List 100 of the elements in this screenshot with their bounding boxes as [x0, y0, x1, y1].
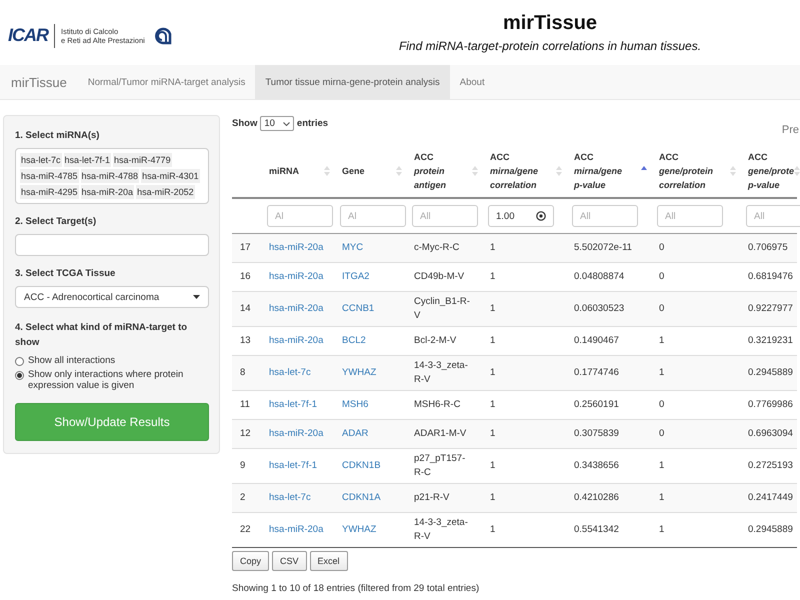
row-number: 11 [240, 399, 250, 410]
gene-link[interactable]: CDKN1B [342, 460, 381, 471]
column-header[interactable]: Gene [342, 164, 365, 178]
show-results-button[interactable]: Show/Update Results [15, 403, 209, 441]
table-cell: 1 [490, 242, 496, 253]
table-cell: 0.7769986 [748, 399, 793, 410]
column-header[interactable]: ACC gene/prote p-value [748, 150, 794, 192]
column-header[interactable]: miRNA [269, 164, 300, 178]
filter-field[interactable]: All [657, 205, 723, 227]
export-button[interactable]: Copy [232, 551, 270, 571]
mirna-tag[interactable]: hsa-miR-20a [80, 185, 134, 199]
nav-tab[interactable]: Tumor tissue mirna-gene-protein analysis [255, 65, 450, 99]
radio-button[interactable] [15, 371, 24, 380]
brand-link[interactable]: mirTissue [0, 65, 78, 99]
row-number: 12 [240, 428, 251, 439]
mirna-link[interactable]: hsa-miR-20a [269, 524, 324, 535]
filter-field[interactable]: Al [340, 205, 406, 227]
logo-text: ICAR [8, 25, 48, 46]
table-cell: 1 [490, 367, 496, 378]
table-cell-text: 14-3-3_zeta-R-V [414, 359, 469, 387]
column-header[interactable]: ACC protein antigen [414, 150, 446, 192]
mirna-tag[interactable]: hsa-let-7c [20, 153, 62, 167]
gene-link[interactable]: MYC [342, 242, 364, 253]
gene-link[interactable]: YWHAZ [342, 367, 376, 378]
field-label: 4. Select what kind of miRNA-target to show [15, 321, 188, 350]
mirna-link[interactable]: hsa-miR-20a [269, 303, 324, 314]
filter-field[interactable]: All [746, 205, 800, 227]
mirna-link[interactable]: hsa-miR-20a [269, 271, 324, 282]
mirna-link[interactable]: hsa-let-7f-1 [269, 460, 318, 471]
table-cell: 0.2417449 [748, 492, 793, 503]
table-cell: Cyclin_B1-R-V [414, 295, 470, 323]
gene-link[interactable]: BCL2 [342, 335, 366, 346]
field-label: 2. Select Target(s) [15, 215, 98, 229]
page-length-dropdown[interactable]: 10 [260, 116, 294, 131]
table-cell-text: MSH6-R-C [414, 398, 462, 412]
table-cell: 0.2560191 [574, 399, 619, 410]
radio-label[interactable]: Show only interactions where protein expression value is given [28, 369, 209, 391]
filter-field[interactable]: 1.00 [488, 205, 554, 227]
table-cell: 1 [490, 428, 496, 439]
table-cell-text: p21-R-V [414, 491, 450, 505]
mirna-link[interactable]: hsa-let-7f-1 [269, 399, 318, 410]
gene-link[interactable]: CCNB1 [342, 303, 374, 314]
gene-link[interactable]: YWHAZ [342, 524, 376, 535]
column-header[interactable]: ACC mirna/gene p-value [574, 150, 622, 192]
filter-field[interactable]: All [572, 205, 638, 227]
radio-button[interactable] [15, 357, 24, 366]
export-button[interactable]: Excel [310, 551, 348, 571]
table-cell: 1 [490, 492, 496, 503]
table-cell: 0.3438656 [574, 460, 619, 471]
radio-label[interactable]: Show all interactions [28, 355, 116, 366]
table-cell: 5.502072e-11 [574, 242, 632, 253]
table-cell: 0.1774746 [574, 367, 619, 378]
gene-link[interactable]: ADAR [342, 428, 368, 439]
column-header[interactable]: ACC mirna/gene correlation [490, 150, 538, 192]
app-subtitle: Find miRNA-target-protein correlations in human tissues. [398, 39, 702, 53]
target-input-field[interactable] [15, 234, 209, 256]
gene-link[interactable]: MSH6 [342, 399, 368, 410]
gene-link[interactable]: ITGA2 [342, 271, 370, 282]
table-cell: 0 [659, 271, 664, 282]
table-cell: 0.3219231 [748, 335, 793, 346]
table-cell: 0.2945889 [748, 524, 793, 535]
mirna-link[interactable]: hsa-let-7c [269, 492, 311, 503]
nav-tab[interactable]: Normal/Tumor miRNA-target analysis [78, 65, 256, 99]
length-label: Show [232, 118, 258, 129]
table-cell: 0.706975 [748, 242, 788, 253]
app-title: mirTissue [502, 12, 598, 35]
mirna-tag[interactable]: hsa-miR-4788 [80, 169, 140, 183]
table-cell: 0 [659, 428, 664, 439]
column-header[interactable]: ACC gene/protein correlation [659, 150, 714, 192]
mirna-tag[interactable]: hsa-miR-4295 [20, 185, 79, 199]
mirna-link[interactable]: hsa-miR-20a [269, 428, 324, 439]
row-number: 22 [240, 524, 251, 535]
mirna-link[interactable]: hsa-miR-20a [269, 242, 324, 253]
chevron-icon [282, 122, 290, 126]
mirna-tag[interactable]: hsa-miR-4301 [141, 169, 200, 183]
gene-link[interactable]: CDKN1A [342, 492, 381, 503]
row-number: 9 [240, 460, 246, 471]
nav-tab[interactable]: About [450, 65, 495, 99]
previous-link[interactable]: Pre [782, 124, 799, 136]
filter-field[interactable]: All [412, 205, 478, 227]
mirna-tag[interactable]: hsa-miR-4785 [20, 169, 79, 183]
table-cell: 1 [659, 460, 664, 471]
clear-icon[interactable] [536, 211, 546, 221]
tissue-dropdown[interactable]: ACC - Adrenocortical carcinoma [15, 286, 209, 308]
mirna-select-field[interactable]: hsa-let-7c hsa-let-7f-1 hsa-miR-4779 hsa-miR-4785 hsa-miR-4788 hsa-miR-4301 hsa-miR-4295 hsa-miR-20a hsa-miR-2052 [15, 148, 209, 204]
table-cell: 0.2725193 [748, 460, 793, 471]
row-number: 17 [240, 242, 251, 253]
table-cell: 1 [490, 271, 496, 282]
filter-field[interactable]: Al [267, 205, 333, 227]
table-cell-text: 14-3-3_zeta-R-V [414, 516, 469, 544]
mirna-tag[interactable]: hsa-miR-2052 [136, 185, 195, 199]
table-cell: 1 [490, 460, 496, 471]
export-button[interactable]: CSV [272, 551, 307, 571]
table-cell: 0.9227977 [748, 303, 793, 314]
row-number: 16 [240, 271, 251, 282]
mirna-link[interactable]: hsa-let-7c [269, 367, 311, 378]
mirna-tag[interactable]: hsa-let-7f-1 [64, 153, 112, 167]
mirna-link[interactable]: hsa-miR-20a [269, 335, 324, 346]
caret-icon [193, 295, 200, 299]
mirna-tag[interactable]: hsa-miR-4779 [113, 153, 172, 167]
